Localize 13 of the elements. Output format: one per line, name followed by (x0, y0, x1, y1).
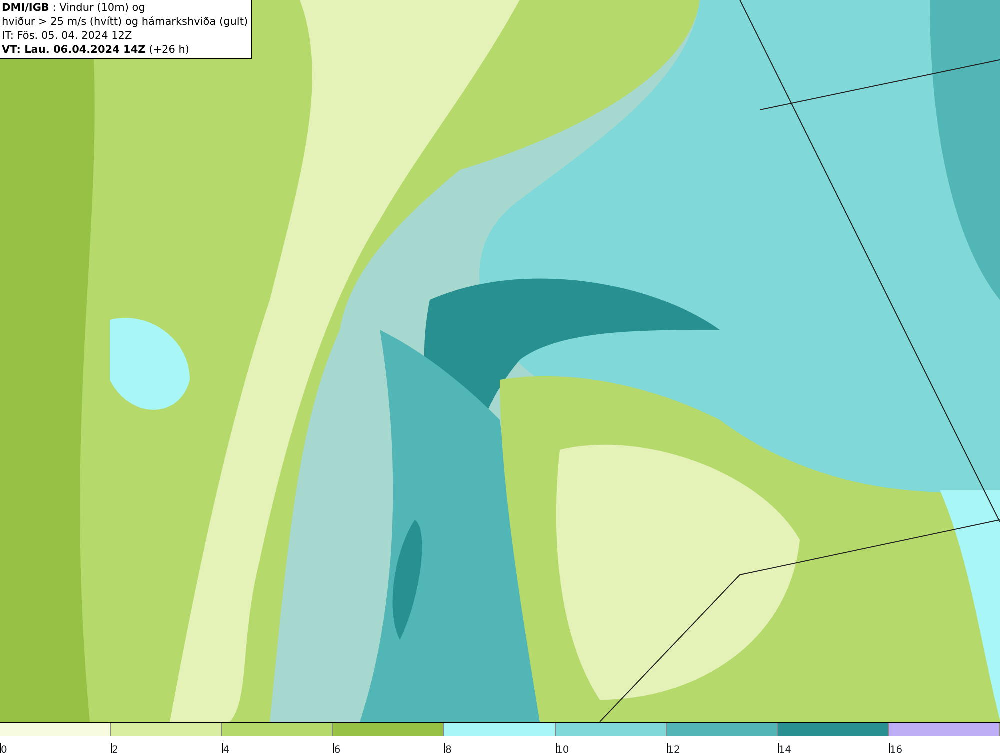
legend-label: 14 (778, 743, 792, 753)
legend-label: 8 (444, 743, 452, 753)
title-line: VT: Lau. 06.04.2024 14Z (+26 h) (2, 43, 190, 57)
title-line: DMI/IGB : Vindur (10m) og (2, 1, 146, 15)
legend-label: 4 (222, 743, 230, 753)
title-line: IT: Fös. 05. 04. 2024 12Z (2, 29, 134, 43)
legend-label: 16 (888, 743, 903, 753)
legend-label: 10 (556, 743, 570, 753)
legend-label: 2 (111, 743, 118, 753)
title-line: hviður > 25 m/s (hvítt) og hámarkshviða (gult) (2, 15, 248, 29)
legend-label: 0 (0, 743, 8, 753)
legend-label: 12 (666, 743, 680, 753)
legend-label: 6 (333, 743, 341, 753)
